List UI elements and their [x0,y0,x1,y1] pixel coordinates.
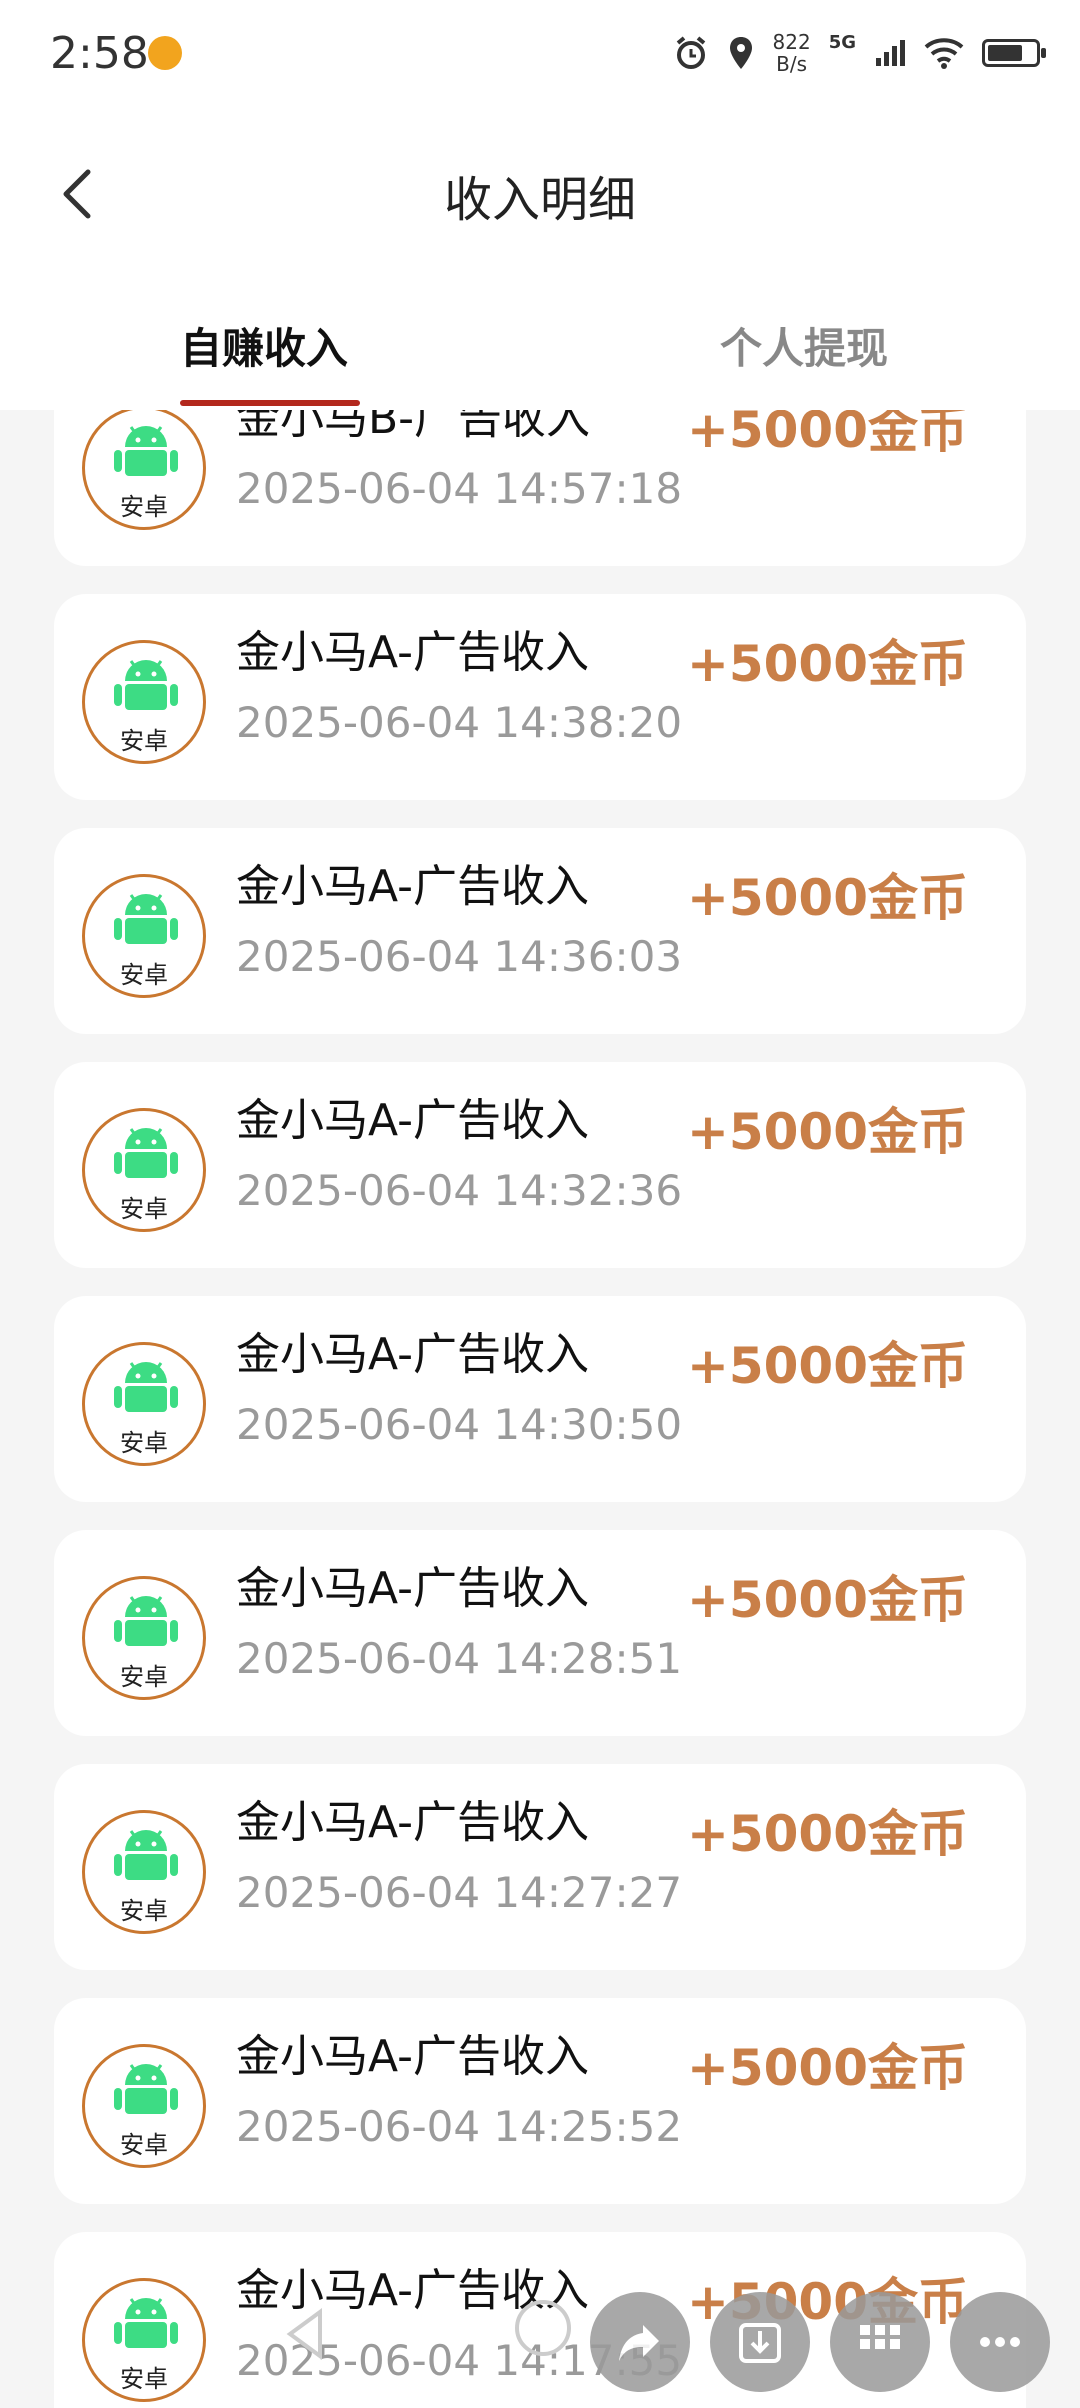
logo-label: 安卓 [120,961,168,989]
net-speed: 822 B/s [773,31,811,75]
record-title: 金小马A-广告收入 [236,861,590,912]
record-title: 金小马B-广告收入 [236,410,591,444]
app-logo: 安卓 [82,874,206,998]
record-amount: +5000金币 [686,1571,968,1629]
record-title: 金小马A-广告收入 [236,1095,590,1146]
record-time: 2025-06-04 14:25:52 [236,2102,683,2151]
status-bar: 2:58 822 B/s 5G [0,0,1080,110]
record-title: 金小马A-广告收入 [236,1563,590,1614]
network-type: 5G [828,32,856,53]
app-logo: 安卓 [82,640,206,764]
nav-home-icon[interactable] [515,2300,571,2356]
download-button[interactable] [710,2292,810,2392]
active-tab-indicator [180,400,360,406]
header: 收入明细 [0,110,1080,275]
nav-back-icon[interactable] [280,2304,330,2364]
income-list[interactable]: 安卓 金小马B-广告收入 2025-06-04 14:57:18 +5000金币 安卓金… [0,410,1080,2408]
record-amount: +5000金币 [686,2039,968,2097]
income-record[interactable]: 安卓 金小马A-广告收入 2025-06-04 14:32:36 +5000金币 [54,1062,1026,1268]
logo-label: 安卓 [120,1897,168,1925]
income-record[interactable]: 安卓 金小马B-广告收入 2025-06-04 14:57:18 +5000金币 [54,410,1026,566]
alarm-icon [676,36,705,69]
more-icon [980,2337,1020,2347]
income-record[interactable]: 安卓 金小马A-广告收入 2025-06-04 14:27:27 +5000金币 [54,1764,1026,1970]
share-icon [619,2325,659,2361]
record-title: 金小马A-广告收入 [236,627,590,678]
record-amount: +5000金币 [686,410,968,459]
app-logo: 安卓 [82,2044,206,2168]
record-amount: +5000金币 [686,1103,968,1161]
tab-self-earned[interactable]: 自赚收入 [180,315,348,376]
system-nav-bar [0,2278,1080,2408]
logo-label: 安卓 [120,1663,168,1691]
record-amount: +5000金币 [686,1805,968,1863]
app-logo: 安卓 [82,1576,206,1700]
android-icon [114,2064,178,2114]
app-logo: 安卓 [82,1342,206,1466]
record-title: 金小马A-广告收入 [236,1797,590,1848]
android-icon [114,660,178,710]
record-time: 2025-06-04 14:28:51 [236,1634,683,1683]
record-amount: +5000金币 [686,869,968,927]
record-title: 金小马A-广告收入 [236,1329,590,1380]
net-speed-unit: B/s [776,52,808,76]
app-logo: 安卓 [82,1810,206,1934]
record-time: 2025-06-04 14:30:50 [236,1400,683,1449]
page-title: 收入明细 [443,172,636,228]
logo-label: 安卓 [120,493,168,521]
notification-icon [148,36,182,70]
logo-label: 安卓 [120,1195,168,1223]
income-record[interactable]: 安卓 金小马A-广告收入 2025-06-04 14:30:50 +5000金币 [54,1296,1026,1502]
signal-icon [876,40,905,66]
record-title: 金小马A-广告收入 [236,2031,590,2082]
android-icon [114,1128,178,1178]
net-speed-value: 822 [772,30,811,54]
income-record[interactable]: 安卓 金小马A-广告收入 2025-06-04 14:38:20 +5000金币 [54,594,1026,800]
android-icon [114,894,178,944]
status-icons: 822 B/s 5G [673,28,1046,78]
android-icon [114,1830,178,1880]
logo-label: 安卓 [120,727,168,755]
grid-button[interactable] [830,2292,930,2392]
income-record[interactable]: 安卓 金小马A-广告收入 2025-06-04 14:25:52 +5000金币 [54,1998,1026,2204]
more-button[interactable] [950,2292,1050,2392]
download-icon [739,2323,781,2363]
record-time: 2025-06-04 14:27:27 [236,1868,683,1917]
location-icon [729,37,752,69]
record-time: 2025-06-04 14:32:36 [236,1166,683,1215]
battery-icon [982,39,1046,67]
logo-label: 安卓 [120,1429,168,1457]
android-icon [114,1362,178,1412]
record-amount: +5000金币 [686,1337,968,1395]
app-logo: 安卓 [82,410,206,530]
record-amount: +5000金币 [686,635,968,693]
tab-withdrawal[interactable]: 个人提现 [720,315,888,376]
logo-label: 安卓 [120,2131,168,2159]
share-button[interactable] [590,2292,690,2392]
income-record[interactable]: 安卓 金小马A-广告收入 2025-06-04 14:28:51 +5000金币 [54,1530,1026,1736]
income-record[interactable]: 安卓 金小马A-广告收入 2025-06-04 14:36:03 +5000金币 [54,828,1026,1034]
app-logo: 安卓 [82,1108,206,1232]
record-time: 2025-06-04 14:36:03 [236,932,683,981]
wifi-icon [924,38,964,69]
status-time: 2:58 [50,28,149,79]
record-time: 2025-06-04 14:57:18 [236,464,683,513]
android-icon [114,1596,178,1646]
tab-bar: 自赚收入 个人提现 [0,275,1080,410]
grid-icon [860,2325,900,2349]
record-time: 2025-06-04 14:38:20 [236,698,683,747]
android-icon [114,426,178,476]
